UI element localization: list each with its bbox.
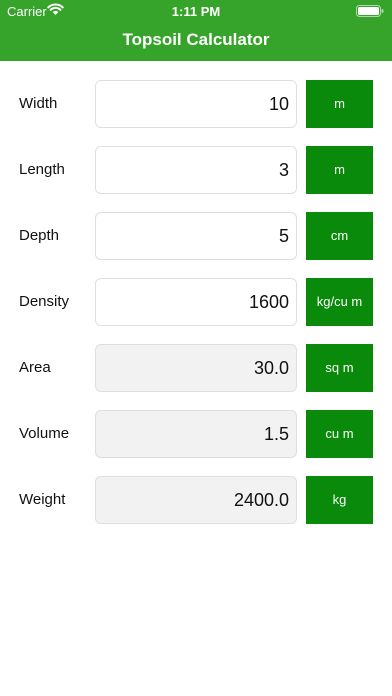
row-weight: Weight 2400.0 kg (0, 476, 392, 524)
depth-input[interactable]: 5 (95, 212, 297, 260)
density-label: Density (19, 293, 70, 310)
header-bar: Carrier 1:11 PM Topsoil Calculator (0, 0, 392, 61)
length-label: Length (19, 161, 65, 178)
length-unit-button[interactable]: m (306, 146, 373, 194)
width-label: Width (19, 95, 58, 112)
battery-icon (356, 5, 384, 17)
area-label: Area (19, 359, 51, 376)
row-area: Area 30.0 sq m (0, 344, 392, 392)
area-output: 30.0 (95, 344, 297, 392)
clock: 1:11 PM (171, 4, 221, 19)
density-unit-button[interactable]: kg/cu m (306, 278, 373, 326)
width-input[interactable]: 10 (95, 80, 297, 128)
volume-output: 1.5 (95, 410, 297, 458)
area-unit-button[interactable]: sq m (306, 344, 373, 392)
row-volume: Volume 1.5 cu m (0, 410, 392, 458)
weight-label: Weight (19, 491, 66, 508)
row-depth: Depth 5 cm (0, 212, 392, 260)
weight-unit-button[interactable]: kg (306, 476, 373, 524)
row-length: Length 3 m (0, 146, 392, 194)
depth-label: Depth (19, 227, 60, 244)
width-unit-button[interactable]: m (306, 80, 373, 128)
row-width: Width 10 m (0, 80, 392, 128)
density-input[interactable]: 1600 (95, 278, 297, 326)
length-input[interactable]: 3 (95, 146, 297, 194)
volume-unit-button[interactable]: cu m (306, 410, 373, 458)
nav-title: Topsoil Calculator (122, 30, 270, 49)
volume-label: Volume (19, 425, 70, 442)
depth-unit-button[interactable]: cm (306, 212, 373, 260)
weight-output: 2400.0 (95, 476, 297, 524)
status-bar: Carrier 1:11 PM (0, 0, 392, 22)
row-density: Density 1600 kg/cu m (0, 278, 392, 326)
